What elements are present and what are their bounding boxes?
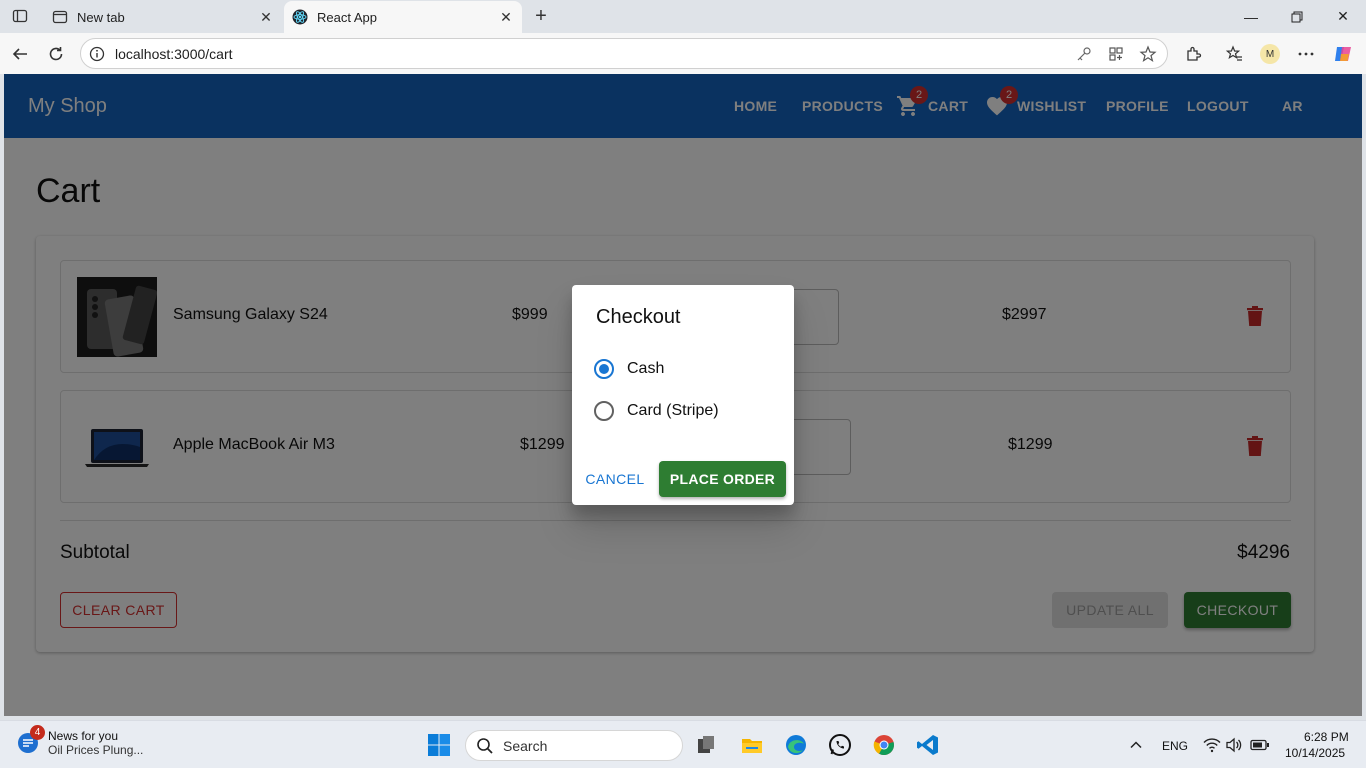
tab-actions-icon[interactable] xyxy=(8,5,32,27)
option-label: Cash xyxy=(627,360,665,377)
site-info-icon[interactable] xyxy=(89,46,105,62)
clock-date[interactable]: 10/14/2025 xyxy=(1285,746,1345,760)
key-icon[interactable] xyxy=(1071,41,1097,67)
windows-taskbar: 4 News for you Oil Prices Plung... Searc… xyxy=(0,720,1366,768)
restore-icon[interactable] xyxy=(1274,0,1320,33)
checkout-dialog: Checkout Cash Card (Stripe) CANCEL PLACE… xyxy=(572,285,794,505)
place-order-button[interactable]: PLACE ORDER xyxy=(659,461,786,497)
vscode-icon[interactable] xyxy=(914,731,942,759)
news-widget[interactable]: 4 News for you Oil Prices Plung... xyxy=(16,725,144,757)
battery-icon[interactable] xyxy=(1246,731,1274,759)
favorites-icon[interactable] xyxy=(1221,41,1247,67)
volume-icon[interactable] xyxy=(1220,731,1248,759)
apps-icon[interactable] xyxy=(1103,41,1129,67)
browser-tab-bar: New tab ✕ React App ✕ + — ✕ xyxy=(0,0,1366,33)
taskbar-search[interactable]: Search xyxy=(465,730,683,761)
extensions-icon[interactable] xyxy=(1180,41,1206,67)
url-text: localhost:3000/cart xyxy=(115,45,233,62)
tab-react-app[interactable]: React App ✕ xyxy=(284,1,522,33)
tab-title: React App xyxy=(317,9,377,25)
windows-start-icon[interactable] xyxy=(425,731,453,759)
more-options-icon[interactable] xyxy=(1293,41,1319,67)
option-label: Card (Stripe) xyxy=(627,402,719,419)
news-subtitle: Oil Prices Plung... xyxy=(48,743,144,757)
tab-new-tab[interactable]: New tab ✕ xyxy=(44,1,282,33)
favorite-star-icon[interactable] xyxy=(1135,41,1161,67)
news-title: News for you xyxy=(48,729,119,743)
close-tab-icon[interactable]: ✕ xyxy=(496,7,516,27)
new-tab-plus-icon[interactable]: + xyxy=(530,5,552,27)
close-window-icon[interactable]: ✕ xyxy=(1320,0,1366,33)
cancel-button[interactable]: CANCEL xyxy=(580,461,650,497)
minimize-icon[interactable]: — xyxy=(1228,0,1274,33)
address-bar[interactable]: localhost:3000/cart xyxy=(80,38,1168,69)
search-icon xyxy=(476,737,494,755)
edge-browser-icon[interactable] xyxy=(782,731,810,759)
task-view-icon[interactable] xyxy=(692,731,720,759)
chrome-icon[interactable] xyxy=(870,731,898,759)
radio-checked-icon[interactable] xyxy=(594,359,614,379)
copilot-icon[interactable] xyxy=(1330,41,1356,67)
input-language[interactable]: ENG xyxy=(1162,739,1188,753)
news-count-badge: 4 xyxy=(30,725,45,740)
dialog-title: Checkout xyxy=(596,306,681,328)
back-icon[interactable] xyxy=(7,41,33,67)
whatsapp-icon[interactable] xyxy=(826,731,854,759)
close-tab-icon[interactable]: ✕ xyxy=(256,7,276,27)
payment-option-cash[interactable]: Cash xyxy=(594,357,664,381)
show-hidden-icons-icon[interactable] xyxy=(1122,731,1150,759)
search-label: Search xyxy=(503,737,548,754)
clock-time[interactable]: 6:28 PM xyxy=(1304,730,1349,744)
refresh-icon[interactable] xyxy=(43,41,69,67)
profile-initial: M xyxy=(1260,44,1280,64)
browser-toolbar: localhost:3000/cart M xyxy=(0,33,1366,74)
new-tab-icon xyxy=(52,9,68,25)
react-icon xyxy=(292,9,308,25)
radio-unchecked-icon[interactable] xyxy=(594,401,614,421)
profile-avatar[interactable]: M xyxy=(1257,41,1283,67)
file-explorer-icon[interactable] xyxy=(738,731,766,759)
payment-option-card[interactable]: Card (Stripe) xyxy=(594,399,719,423)
tab-title: New tab xyxy=(77,9,125,25)
news-icon: 4 xyxy=(16,725,45,755)
